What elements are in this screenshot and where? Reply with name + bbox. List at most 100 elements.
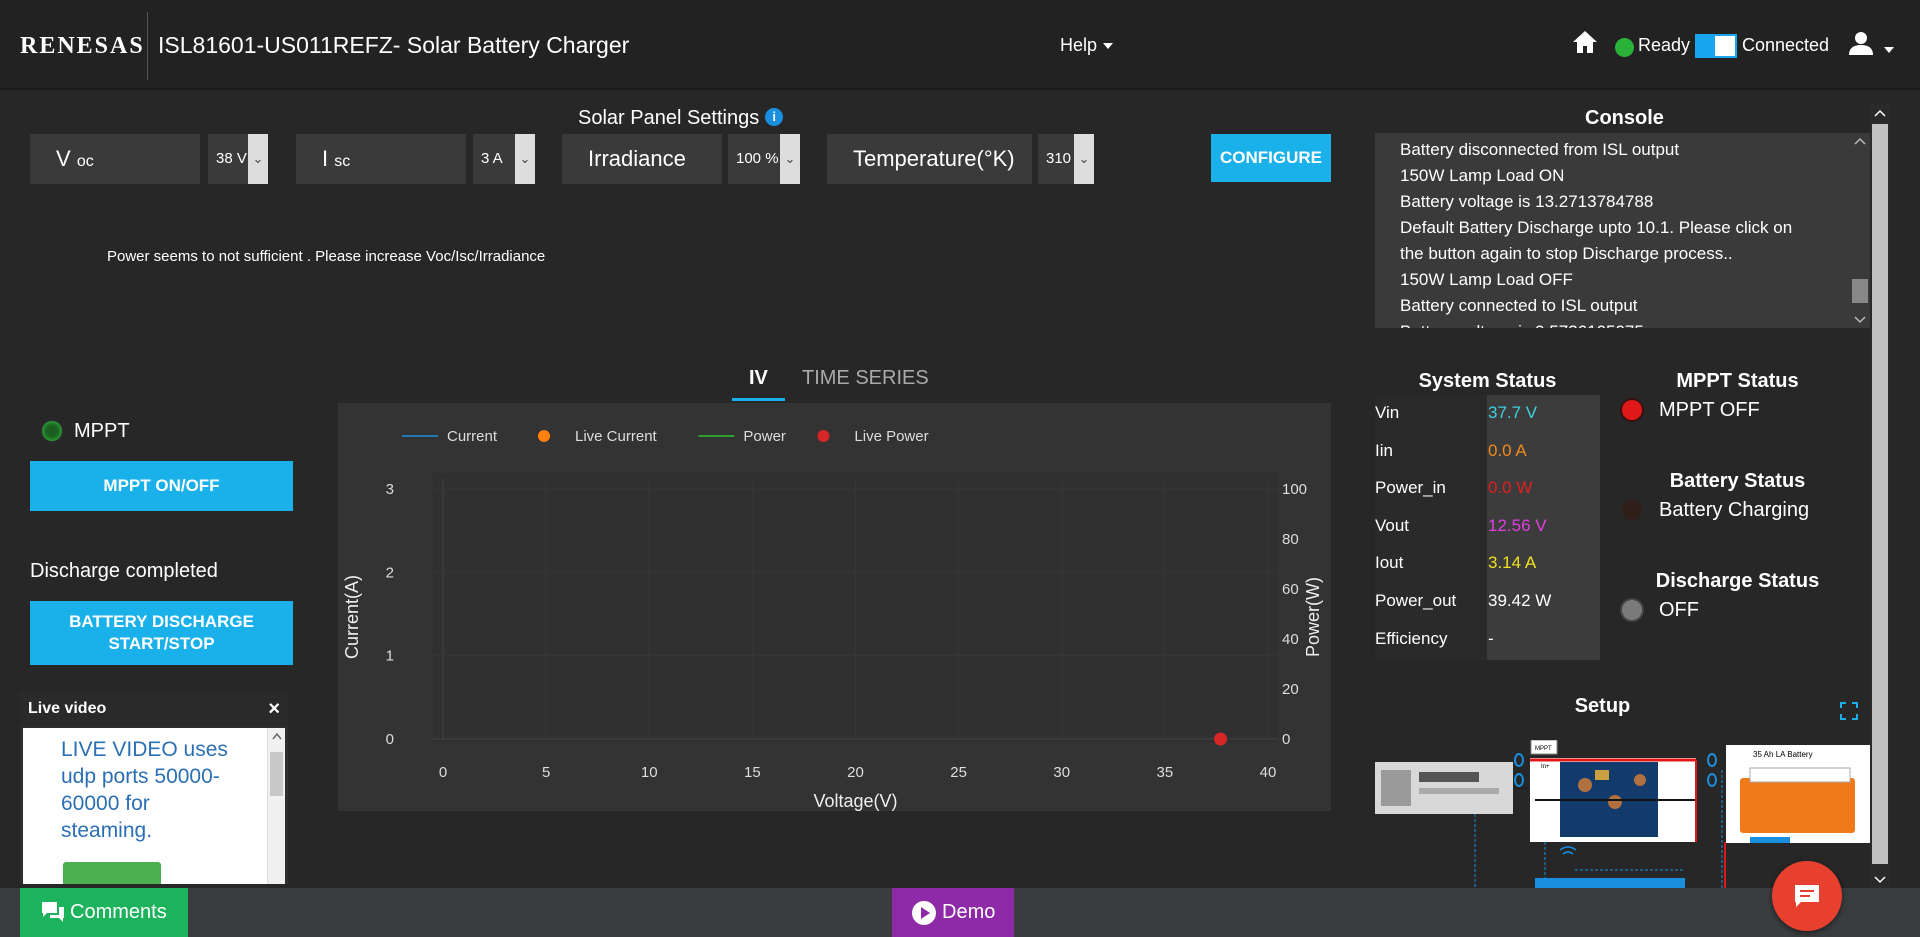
active-tab-indicator (732, 398, 785, 401)
legend-marker-swatch (817, 430, 830, 442)
scroll-up-icon[interactable] (1854, 137, 1866, 145)
scroll-up-icon[interactable] (272, 733, 282, 740)
legend-marker-swatch (538, 430, 550, 442)
scroll-down-icon[interactable] (1854, 316, 1866, 324)
solar-settings-title: Solar Panel Settings i (578, 107, 784, 130)
configure-button[interactable]: CONFIGURE (1211, 134, 1331, 182)
status-row-label: Power_in (1375, 478, 1446, 498)
console-scroll-thumb[interactable] (1852, 279, 1868, 303)
iv-chart-svg: 0 5 10 15 20 25 30 35 400123020406080100Voltage(… (342, 428, 1323, 811)
home-icon[interactable] (1572, 30, 1598, 54)
x-tick-label: 10 (641, 764, 658, 781)
svg-text:MPPT: MPPT (1535, 746, 1552, 752)
mppt-indicator-led (42, 421, 62, 441)
x-tick-label: 35 (1157, 764, 1174, 781)
status-row-label: Power_out (1375, 591, 1457, 610)
mppt-status-value: MPPT OFF (1659, 399, 1760, 421)
temperature-select[interactable]: 310 ⌄ (1038, 134, 1094, 184)
page-scroll-thumb[interactable] (1872, 124, 1888, 864)
live-video-title: Live video (28, 700, 107, 717)
battery-graphic (1740, 778, 1855, 833)
close-icon[interactable]: × (268, 692, 280, 726)
page-scrollbar[interactable] (1870, 104, 1890, 889)
voc-select[interactable]: 38 V ⌄ (208, 134, 268, 184)
mppt-status-led (1622, 400, 1642, 420)
help-label: Help (1060, 35, 1098, 55)
chevron-down-icon: ⌄ (780, 134, 800, 184)
discharge-status-title: Discharge Status (1655, 570, 1820, 592)
mppt-toggle-button[interactable]: MPPT ON/OFF (30, 461, 293, 511)
discharge-status-led (1622, 600, 1642, 620)
battery-status-value: Battery Charging (1659, 499, 1810, 521)
y-tick-label: 0 (386, 731, 394, 748)
discharge-status-text: Discharge completed (30, 560, 218, 582)
y2-tick-label: 0 (1282, 731, 1290, 748)
legend-label: Live Power (854, 428, 928, 445)
y2-tick-label: 20 (1282, 681, 1299, 698)
scroll-up-icon[interactable] (1874, 109, 1886, 117)
mppt-label: MPPT (74, 420, 130, 442)
scroll-down-icon[interactable] (1874, 876, 1886, 884)
y2-tick-label: 60 (1282, 581, 1299, 598)
status-row-value: 12.56 V (1488, 515, 1547, 535)
isc-select[interactable]: 3 A ⌄ (473, 134, 535, 184)
battery-discharge-button[interactable]: BATTERY DISCHARGE START/STOP (30, 601, 293, 665)
ready-label: Ready (1638, 35, 1691, 55)
x-axis-title: Voltage(V) (813, 791, 897, 811)
status-row-value: 3.14 A (1488, 553, 1537, 573)
header-divider (147, 12, 148, 80)
x-tick-label: 0 (439, 764, 447, 781)
x-tick-label: 20 (847, 764, 864, 781)
comments-label: Comments (70, 901, 167, 923)
y-tick-label: 1 (386, 648, 394, 665)
y-axis-title: Current(A) (342, 575, 362, 659)
renesas-logo: RENESAS (20, 33, 145, 59)
live-video-message: LIVE VIDEO uses udp ports 50000-60000 fo… (61, 738, 228, 842)
console-line: Battery voltage is 9.5736105075 (1400, 319, 1820, 328)
comments-button[interactable]: Comments (20, 888, 188, 937)
temperature-label: Temperature(°K) (853, 146, 1015, 171)
user-caret-down-icon[interactable] (1884, 47, 1894, 53)
tab-iv[interactable]: IV (749, 367, 768, 390)
app-title: ISL81601-US011REFZ- Solar Battery Charge… (158, 32, 630, 58)
legend-label: Current (447, 428, 498, 445)
connection-toggle[interactable] (1695, 34, 1737, 58)
caret-down-icon (1103, 43, 1114, 50)
discharge-status-value: OFF (1659, 599, 1699, 621)
x-tick-label: 40 (1260, 764, 1277, 781)
info-icon[interactable]: i (765, 108, 784, 126)
chat-button[interactable] (1772, 861, 1842, 931)
irradiance-select[interactable]: 100 % ⌄ (728, 134, 800, 184)
live-video-scroll-thumb[interactable] (270, 752, 283, 796)
status-row-label: Vin (1375, 403, 1400, 422)
console-scrollbar[interactable] (1850, 133, 1870, 328)
tab-time-series[interactable]: TIME SERIES (802, 367, 929, 390)
series-point (1214, 732, 1228, 746)
svg-text:35 Ah LA Battery: 35 Ah LA Battery (1753, 750, 1813, 759)
console-panel[interactable]: Battery disconnected from ISL output 150W… (1375, 133, 1870, 328)
isc-label: I (322, 146, 329, 171)
user-icon[interactable] (1848, 30, 1874, 56)
play-icon (912, 901, 936, 925)
console-line: Battery voltage is 13.2713784788 (1400, 192, 1654, 211)
demo-button[interactable]: Demo (892, 888, 1014, 937)
legend-label: Power (743, 428, 786, 445)
iv-chart[interactable]: 0 5 10 15 20 25 30 35 40 0 1 2 3 0 20 40 60 80 100 Voltage(… (338, 403, 1331, 811)
expand-icon[interactable] (1840, 702, 1858, 720)
live-video-scrollbar[interactable] (267, 728, 285, 884)
discharge-button-line1: BATTERY DISCHARGE (69, 612, 254, 631)
irradiance-label-box: Irradiance (562, 134, 722, 184)
live-video-play-button[interactable] (63, 862, 161, 884)
connected-label: Connected (1742, 35, 1830, 55)
system-status-title: System Status (1418, 370, 1557, 392)
live-video-frame[interactable]: LIVE VIDEO uses udp ports 50000-60000 fo… (23, 728, 285, 884)
console-log: Battery disconnected from ISL output 150W… (1400, 137, 1820, 328)
comments-icon (42, 902, 64, 922)
help-menu[interactable]: Help (1060, 35, 1114, 56)
live-video-panel: Live video × LIVE VIDEO uses udp ports 5… (20, 692, 288, 884)
console-title: Console (1585, 107, 1664, 129)
status-row-label: Iin (1375, 440, 1393, 460)
system-status-table: Vin 37.7 V Iin 0.0 A Power_in 0.0 W Vout 12.56 … (1375, 395, 1600, 660)
status-row-label: Iout (1375, 553, 1404, 573)
status-row-value: - (1488, 628, 1494, 648)
